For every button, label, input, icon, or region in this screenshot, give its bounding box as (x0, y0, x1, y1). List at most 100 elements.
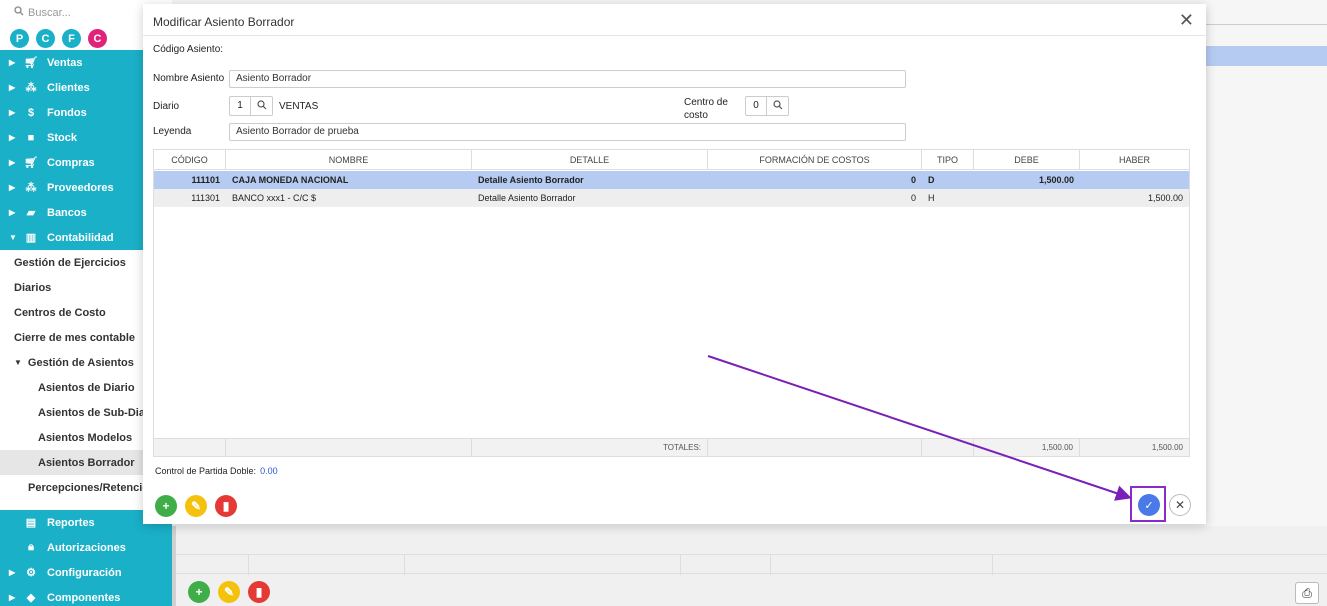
add-row-button[interactable]: + (155, 495, 177, 517)
diario-selector[interactable]: 1 (229, 96, 273, 116)
sidebar-item-label: Ventas (47, 56, 83, 69)
cell-nombre: CAJA MONEDA NACIONAL (232, 175, 349, 185)
sidebar-item-componentes[interactable]: ▶ ◆ Componentes (0, 585, 172, 606)
sidebar-item-label: Proveedores (47, 181, 114, 194)
background-col-divider (770, 555, 771, 575)
diario-number: 1 (230, 97, 252, 115)
caret-right-icon: ▶ (9, 108, 16, 117)
search-icon (14, 6, 24, 19)
confirm-highlight: ✓ (1130, 486, 1166, 522)
delete-row-button[interactable]: ▮ (215, 495, 237, 517)
page-edit-button[interactable]: ✎ (218, 581, 240, 603)
sidebar-item-label: Compras (47, 156, 95, 169)
col-nombre[interactable]: NOMBRE (226, 150, 472, 170)
table-row[interactable]: 111301 BANCO xxx1 - C/C $ Detalle Asient… (154, 189, 1189, 207)
sidebar-bottom-menu: ▤ Reportes 🔒︎ Autorizaciones ▶ ⚙ Configu… (0, 510, 172, 606)
avatar-row: P C F C (10, 29, 107, 48)
cart-icon: 🛒︎ (24, 157, 38, 169)
caret-right-icon: ▶ (9, 133, 16, 142)
cell-formacion: 0 (910, 175, 916, 185)
modal-header: Modificar Asiento Borrador ✕ (143, 4, 1206, 36)
pencil-icon: ✎ (190, 499, 202, 513)
nombre-label: Nombre Asiento (153, 73, 225, 84)
cell-haber: 1,500.00 (1147, 193, 1183, 203)
cell-haber (1080, 171, 1189, 189)
puzzle-icon: ◆ (26, 592, 36, 604)
sidebar-item-label: Componentes (47, 591, 121, 604)
sidebar-search[interactable]: Buscar... (14, 6, 71, 19)
caret-down-icon: ▼ (9, 233, 17, 242)
nombre-field[interactable]: Asiento Borrador (229, 70, 906, 88)
sidebar-item-autorizaciones[interactable]: 🔒︎ Autorizaciones (0, 535, 172, 560)
confirm-button[interactable]: ✓ (1138, 494, 1160, 516)
leyenda-label: Leyenda (153, 126, 192, 137)
background-selected-row (1206, 46, 1327, 66)
codigo-label: Código Asiento: (153, 44, 224, 55)
background-scrollbar (172, 526, 176, 606)
sidebar-item-label: Autorizaciones (47, 541, 126, 554)
caret-right-icon: ▶ (9, 593, 16, 602)
sidebar-item-configuracion[interactable]: ▶ ⚙ Configuración (0, 560, 172, 585)
lock-icon: 🔒︎ (28, 541, 34, 553)
avatar-c-pink[interactable]: C (88, 29, 107, 48)
caret-right-icon: ▶ (9, 208, 16, 217)
cell-codigo: 111301 (191, 193, 220, 203)
modal-title: Modificar Asiento Borrador (153, 15, 295, 29)
cell-debe: 1,500.00 (1038, 175, 1074, 185)
page-delete-button[interactable]: ▮ (248, 581, 270, 603)
modal-dialog: Modificar Asiento Borrador ✕ Código Asie… (143, 4, 1206, 524)
col-tipo[interactable]: TIPO (922, 150, 974, 170)
total-haber: 1,500.00 (1151, 443, 1183, 452)
cell-nombre: BANCO xxx1 - C/C $ (232, 193, 317, 203)
sidebar-item-label: Contabilidad (47, 231, 114, 244)
avatar-p[interactable]: P (10, 29, 29, 48)
sidebar-item-label: Bancos (47, 206, 87, 219)
partida-value: 0.00 (260, 466, 278, 476)
report-icon: ▤ (25, 517, 37, 529)
search-icon[interactable] (251, 99, 272, 113)
page-add-button[interactable]: + (188, 581, 210, 603)
cart-icon: 🛒︎ (24, 57, 38, 69)
edit-row-button[interactable]: ✎ (185, 495, 207, 517)
leyenda-field[interactable]: Asiento Borrador de prueba (229, 123, 906, 141)
cancel-button[interactable]: ✕ (1169, 494, 1191, 516)
cell-codigo: 111101 (191, 175, 220, 185)
col-codigo[interactable]: CÓDIGO (154, 150, 226, 170)
caret-right-icon: ▶ (9, 183, 16, 192)
avatar-f[interactable]: F (62, 29, 81, 48)
centro-costo-selector[interactable]: 0 (745, 96, 789, 116)
caret-down-icon: ▼ (14, 358, 22, 367)
caret-right-icon: ▶ (9, 158, 16, 167)
sidebar-item-label: Clientes (47, 81, 90, 94)
cell-detalle: Detalle Asiento Borrador (478, 175, 584, 185)
col-detalle[interactable]: DETALLE (472, 150, 708, 170)
search-icon[interactable] (767, 99, 788, 113)
col-debe[interactable]: DEBE (974, 150, 1080, 170)
printer-icon: ⎙ (1302, 585, 1312, 600)
diario-name: VENTAS (279, 101, 319, 112)
cell-formacion: 0 (910, 193, 916, 203)
close-icon[interactable]: ✕ (1179, 10, 1194, 31)
close-icon: ✕ (1174, 498, 1186, 512)
background-divider (1206, 24, 1327, 25)
people-icon: ⁂ (25, 82, 37, 94)
col-formacion[interactable]: FORMACIÓN DE COSTOS (708, 150, 922, 170)
cell-tipo: D (928, 175, 935, 185)
cell-detalle: Detalle Asiento Borrador (478, 193, 576, 203)
sidebar-item-label: Fondos (47, 106, 87, 119)
dollar-icon: $ (27, 106, 35, 119)
cell-debe (974, 189, 1080, 207)
trash-icon: ▮ (222, 499, 230, 513)
pencil-icon: ✎ (223, 585, 235, 599)
briefcase-icon: ▰ (26, 207, 36, 219)
background-col-divider (680, 555, 681, 575)
col-haber[interactable]: HABER (1080, 150, 1189, 170)
avatar-c[interactable]: C (36, 29, 55, 48)
background-table-header (176, 554, 1327, 575)
cell-tipo: H (928, 193, 935, 203)
print-button[interactable]: ⎙ (1295, 582, 1319, 604)
people-icon: ⁂ (25, 182, 37, 194)
table-row[interactable]: 111101 CAJA MONEDA NACIONAL Detalle Asie… (154, 171, 1189, 189)
totals-empty (154, 439, 226, 457)
search-placeholder: Buscar... (28, 6, 71, 19)
